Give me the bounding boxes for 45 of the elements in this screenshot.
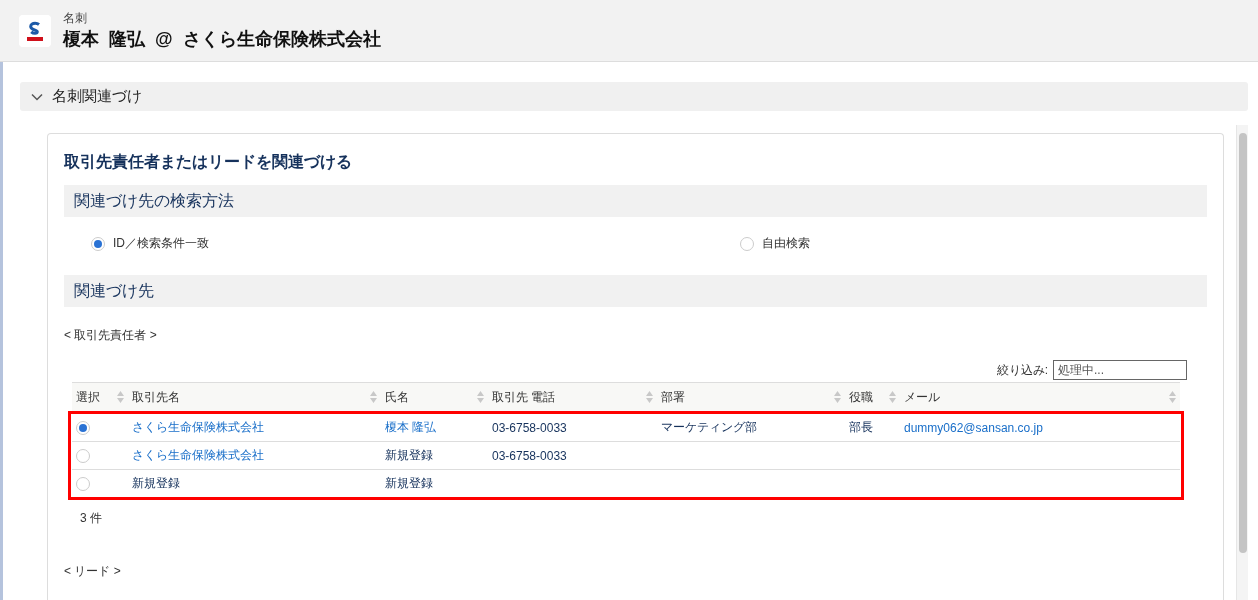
table-cell-text: 新規登録 [384, 475, 433, 492]
sort-icon[interactable] [834, 391, 841, 403]
sort-icon[interactable] [370, 391, 377, 403]
table-cell-text: マーケティング部 [660, 419, 757, 436]
column-header[interactable]: 部署 [661, 388, 685, 406]
filter-field[interactable]: 処理中... [1053, 360, 1187, 380]
card-title: 取引先責任者またはリードを関連づける [64, 152, 353, 172]
table-link[interactable]: 榎本 隆弘 [381, 419, 437, 436]
radio-button[interactable] [740, 236, 754, 251]
row-radio-button[interactable] [76, 420, 90, 435]
table-link[interactable]: dummy062@sansan.co.jp [900, 420, 1043, 435]
record-title: 榎本 隆弘 @ さくら生命保険株式会社 [63, 28, 381, 51]
record-count: 3 件 [80, 510, 102, 527]
radio-button[interactable] [91, 236, 105, 251]
radio-label: 自由検索 [762, 235, 810, 252]
filter-label: 絞り込み: [996, 361, 1048, 379]
table-link[interactable]: さくら生命保険株式会社 [128, 447, 264, 464]
column-header[interactable]: 氏名 [385, 388, 409, 406]
column-header[interactable]: 役職 [849, 388, 873, 406]
list-label: < 取引先責任者 > [64, 327, 158, 344]
scrollbar[interactable] [1236, 125, 1248, 600]
sort-icon[interactable] [646, 391, 653, 403]
scrollbar-thumb[interactable] [1238, 133, 1247, 553]
subsection-heading: 関連づけ先 [64, 275, 1207, 307]
column-header[interactable]: 取引先 電話 [492, 388, 556, 406]
sort-icon[interactable] [889, 391, 896, 403]
column-header[interactable]: 取引先名 [132, 388, 180, 406]
list-label: < リード > [64, 563, 121, 580]
table-link[interactable]: さくら生命保険株式会社 [128, 419, 264, 436]
table-cell-text: 03-6758-0033 [491, 420, 567, 435]
table-cell-text: 03-6758-0033 [491, 448, 567, 463]
sort-icon[interactable] [477, 391, 484, 403]
object-type-label: 名刺 [63, 10, 88, 27]
table-cell-text: 新規登録 [131, 475, 180, 492]
table-cell-text: 新規登録 [384, 447, 433, 464]
column-header[interactable]: メール [904, 388, 940, 406]
table-cell-text: 部長 [848, 419, 873, 436]
sort-icon[interactable] [117, 391, 124, 403]
sort-icon[interactable] [1169, 391, 1176, 403]
radio-label: ID／検索条件一致 [113, 235, 209, 252]
column-header[interactable]: 選択 [76, 388, 100, 406]
section-header[interactable]: 名刺関連づけ [20, 82, 1248, 111]
subsection-heading: 関連づけ先の検索方法 [64, 185, 1207, 217]
row-radio-button[interactable] [76, 476, 90, 491]
row-radio-button[interactable] [76, 448, 90, 463]
